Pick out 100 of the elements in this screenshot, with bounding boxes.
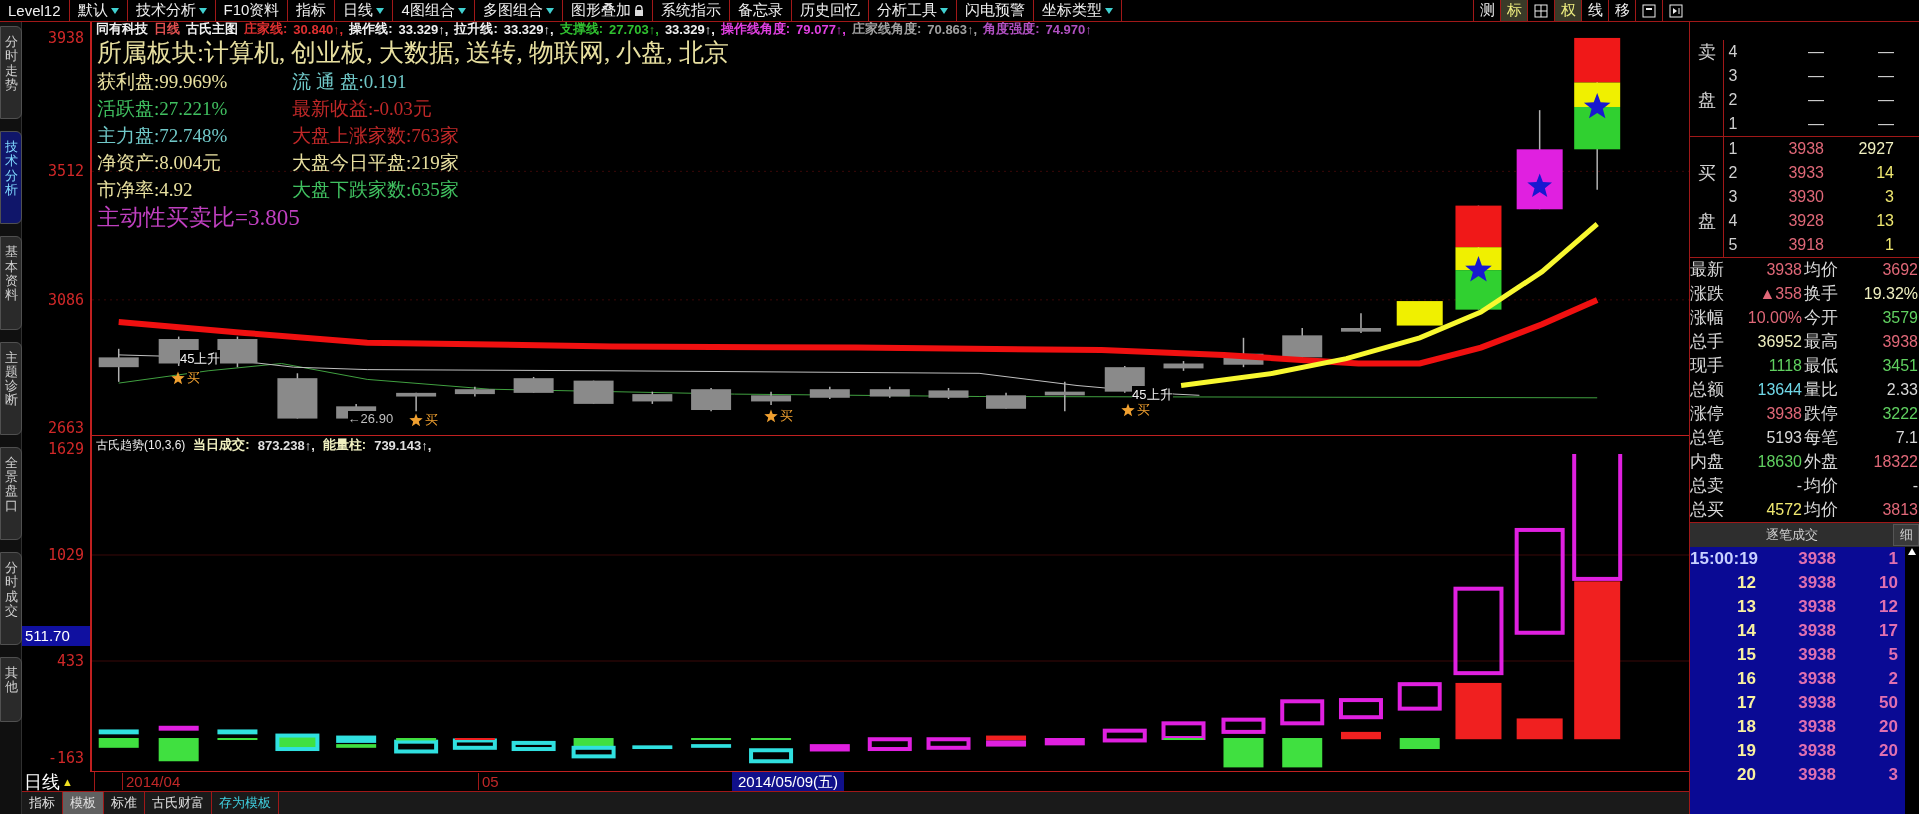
stat-value: 18630 — [1756, 452, 1803, 472]
side-label: 买 — [1697, 163, 1716, 183]
side-tab[interactable]: 基本资料 — [0, 236, 22, 330]
order-volume: 3 — [1884, 187, 1894, 207]
stat-value: - — [1795, 476, 1803, 496]
stat-value: 13644 — [1756, 380, 1803, 400]
side-tab[interactable]: 主题诊断 — [0, 341, 22, 435]
bottom-tab[interactable]: 模板 — [63, 792, 104, 814]
side-tab[interactable]: 分时走势 — [0, 26, 22, 120]
stat-label: 量比 — [1804, 379, 1839, 401]
side-tab[interactable]: 其他 — [0, 657, 22, 722]
indicator-name: 当日成交: — [193, 436, 250, 454]
tick-volume: 10 — [1878, 572, 1899, 594]
level-number: 2 — [1727, 163, 1739, 183]
indicator-name: 操作线角度: — [720, 22, 791, 38]
tick-time: 12 — [1736, 572, 1757, 594]
menu-item[interactable]: 默认 — [69, 0, 128, 21]
save-template-button[interactable]: 存为模板 — [212, 792, 279, 814]
indicator-value: 27.703↑, — [609, 22, 659, 37]
menu-item[interactable]: 系统指示 — [652, 0, 730, 21]
stat-label: 最高 — [1804, 331, 1839, 353]
order-volume: — — [1877, 90, 1894, 110]
stat-label: 现手 — [1690, 355, 1725, 377]
stat-value: 3222 — [1881, 404, 1919, 424]
menu-item[interactable]: 日线 — [335, 0, 394, 21]
tick-price: 3938 — [1797, 764, 1837, 786]
tick-price: 3938 — [1797, 692, 1837, 714]
toolbar-button[interactable]: 权 — [1554, 0, 1581, 21]
period-marker: ▲ — [62, 775, 73, 788]
bottom-tab[interactable]: 古氏财富 — [145, 792, 212, 814]
stat-label: 跌停 — [1804, 403, 1839, 425]
candlestick — [751, 390, 792, 406]
tick-volume: 17 — [1878, 620, 1899, 642]
axis-label: 1629 — [47, 441, 84, 457]
tick-volume: 20 — [1878, 740, 1899, 762]
level-number: 4 — [1727, 42, 1739, 62]
period-label: 日线 — [154, 22, 180, 38]
tick-time: 16 — [1736, 668, 1757, 690]
side-tab[interactable]: 全景盘口 — [0, 446, 22, 540]
menu-item[interactable]: 历史回忆 — [791, 0, 869, 21]
stat-label: 涨停 — [1690, 403, 1725, 425]
order-price: — — [1807, 114, 1824, 134]
candlestick — [632, 390, 673, 405]
menu-item[interactable]: 分析工具 — [868, 0, 957, 21]
stat-label: 总额 — [1690, 379, 1725, 401]
candlestick — [1044, 381, 1085, 412]
order-volume: — — [1877, 114, 1894, 134]
stat-value: 7.1 — [1894, 428, 1919, 448]
stat-label: 总卖 — [1690, 475, 1725, 497]
stat-value: 3813 — [1881, 500, 1919, 520]
panel-title: 逐笔成交 — [1764, 526, 1819, 544]
menu-item[interactable]: Level12 — [0, 0, 70, 21]
tick-volume: 50 — [1878, 692, 1899, 714]
candlestick — [928, 387, 969, 400]
stat-value: 5193 — [1765, 428, 1803, 448]
axis-label: -163 — [47, 750, 84, 766]
star-icon — [408, 412, 423, 427]
candlestick — [1163, 360, 1204, 372]
info-text: 净资产:8.004元 — [97, 151, 223, 175]
order-volume: — — [1877, 42, 1894, 62]
menu-item[interactable]: 坐标类型 — [1033, 0, 1122, 21]
side-tab[interactable]: 分时成交 — [0, 551, 22, 646]
menu-item[interactable]: 备忘录 — [729, 0, 792, 21]
stat-value: 36952 — [1756, 332, 1803, 352]
side-tab[interactable]: 技术分析 — [0, 131, 22, 225]
menu-item[interactable]: F10资料 — [215, 0, 289, 21]
date-label: 05 — [478, 773, 499, 790]
scrollbar[interactable] — [1905, 547, 1919, 814]
info-text: 市净率:4.92 — [97, 178, 194, 202]
indicator-name: 庄家线: — [244, 22, 288, 38]
tick-price: 3938 — [1797, 644, 1837, 666]
menu-item[interactable]: 技术分析 — [127, 0, 216, 21]
toolbar-button[interactable]: 标 — [1500, 0, 1527, 21]
indicator-value: 33.329↑, — [398, 22, 449, 37]
stat-value: 3938 — [1765, 260, 1803, 280]
stat-value: 19.32% — [1862, 284, 1919, 304]
stat-value: 4572 — [1765, 500, 1803, 520]
tick-time: 20 — [1736, 764, 1757, 786]
level-number: 3 — [1727, 66, 1739, 86]
tick-volume: 12 — [1878, 596, 1899, 618]
stat-value: 2.33 — [1885, 380, 1919, 400]
menu-item[interactable]: 图形叠加 — [562, 0, 653, 21]
tick-volume: 3 — [1887, 764, 1899, 786]
candlestick — [986, 392, 1027, 410]
stat-value: 3451 — [1881, 356, 1919, 376]
stat-label: 总手 — [1690, 331, 1725, 353]
menu-item[interactable]: 闪电预警 — [956, 0, 1034, 21]
tick-time: 18 — [1736, 716, 1757, 738]
menu-item[interactable]: 多图组合 — [474, 0, 563, 21]
candlestick — [1341, 312, 1381, 334]
window-icon — [1642, 3, 1656, 18]
menu-item[interactable]: 4图组合 — [393, 0, 475, 21]
bottom-tab[interactable]: 标准 — [104, 792, 145, 814]
menu-item[interactable]: 指标 — [288, 0, 336, 21]
indicator-name: 拉升线: — [454, 22, 498, 38]
detail-button[interactable]: 细 — [1893, 524, 1919, 546]
order-price: 3938 — [1787, 139, 1824, 159]
tick-price: 3938 — [1797, 668, 1837, 690]
order-price: — — [1807, 66, 1824, 86]
candlestick — [454, 386, 495, 398]
